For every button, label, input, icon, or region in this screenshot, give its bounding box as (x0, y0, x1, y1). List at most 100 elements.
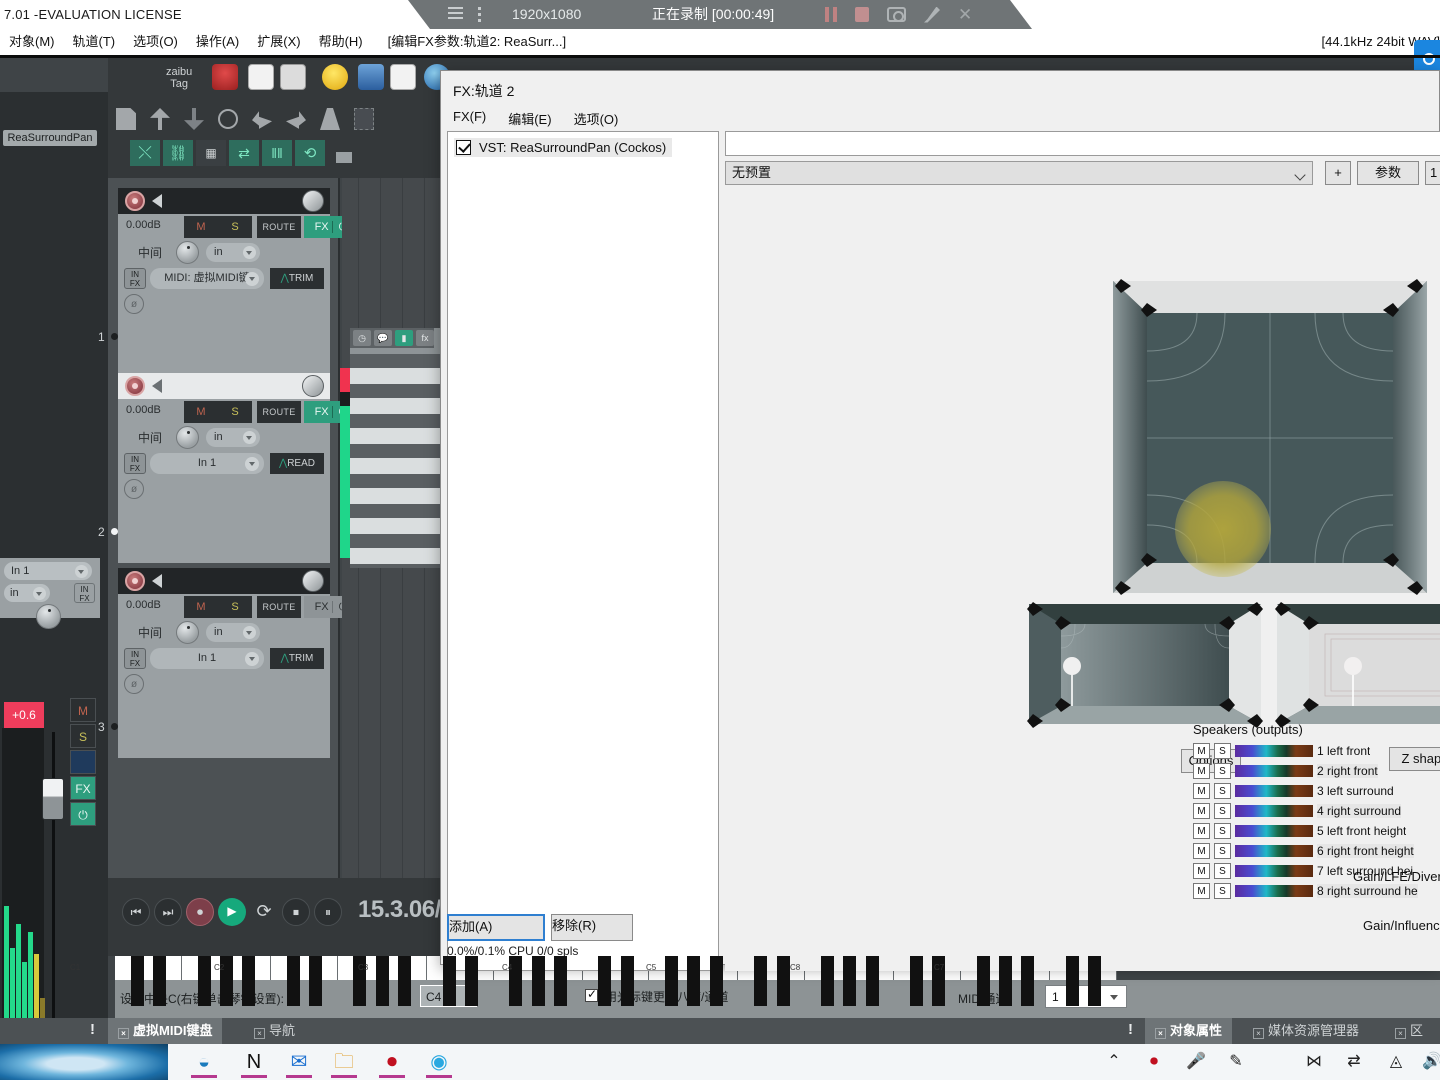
piano-black-key[interactable] (286, 956, 300, 1006)
speaker-solo-button[interactable]: S (1214, 743, 1231, 759)
mute-button[interactable]: M (184, 596, 218, 618)
speaker-mute-button[interactable]: M (1193, 863, 1210, 879)
dock-tab-navigator[interactable]: × 导航 (244, 1018, 305, 1044)
go-to-end-button[interactable]: ⏭ (154, 898, 182, 926)
mixer-input-fx-button[interactable]: IN FX (74, 583, 95, 603)
speaker-mute-button[interactable]: M (1193, 883, 1210, 899)
fx-menu-options[interactable]: 选项(O) (574, 109, 619, 128)
toolbox-icon[interactable] (358, 64, 384, 90)
play-button[interactable]: ▶ (218, 898, 246, 926)
track-source-select[interactable]: MIDI: 虚拟MIDI键 (150, 268, 264, 289)
surround-room-side-view-a[interactable] (1025, 596, 1265, 731)
mute-button[interactable]: M (184, 401, 218, 423)
speaker-row[interactable]: M S 8 right surround he (1193, 881, 1440, 901)
wifi-icon[interactable]: ◬ (1382, 1048, 1410, 1076)
export-file-icon[interactable] (390, 64, 416, 90)
mixer-volume-fader[interactable] (42, 778, 64, 820)
track-source-select[interactable]: In 1 (150, 648, 264, 669)
edge-icon[interactable]: ◒ (190, 1048, 218, 1076)
piano-black-key[interactable] (754, 956, 768, 1006)
piano-black-key[interactable] (130, 956, 144, 1006)
grid-lines-toggle[interactable]: ‖‖ (262, 140, 292, 166)
stop-icon[interactable] (855, 7, 869, 22)
speaker-icon[interactable] (152, 379, 162, 393)
copy-delete-icon[interactable] (280, 64, 306, 90)
input-fx-button[interactable]: IN FX (124, 453, 146, 474)
speaker-row[interactable]: M S 2 right front (1193, 761, 1440, 781)
speaker-mute-button[interactable]: M (1193, 743, 1210, 759)
dock-tab-item-properties[interactable]: × 对象属性 (1145, 1018, 1233, 1044)
piano-black-key[interactable] (910, 956, 924, 1006)
start-orb-icon[interactable] (0, 1044, 168, 1080)
fx-menu-fx[interactable]: FX(F) (453, 109, 486, 128)
phase-invert-button[interactable]: ø (124, 674, 144, 694)
piano-black-key[interactable] (843, 956, 857, 1006)
lock-icon[interactable] (336, 152, 352, 163)
param-button[interactable]: 参数 (1357, 161, 1419, 185)
dock-tab-regions[interactable]: ×区间 (1385, 1018, 1440, 1064)
track-in-select[interactable]: in (206, 243, 260, 262)
param-number-button[interactable]: 1 (1425, 161, 1440, 185)
repeat-button[interactable]: ⟳ (250, 898, 278, 926)
pen-icon[interactable] (924, 6, 940, 23)
item-fx-icon[interactable]: fx (416, 330, 434, 346)
fx-menu-edit[interactable]: 编辑(E) (508, 109, 551, 128)
piano-black-key[interactable] (976, 956, 990, 1006)
speaker-solo-button[interactable]: S (1214, 803, 1231, 819)
piano-black-key[interactable] (821, 956, 835, 1006)
input-fx-button[interactable]: IN FX (124, 268, 146, 289)
record-arm-icon[interactable] (125, 376, 145, 396)
chevron-up-icon[interactable]: ⌃ (1100, 1048, 1128, 1076)
mixer-pan-knob[interactable] (36, 604, 61, 629)
info-icon[interactable] (218, 109, 238, 129)
midi-channel-select[interactable]: 1 (1045, 985, 1127, 1008)
fx-chain-tab[interactable]: ReaSurroundPan (3, 130, 97, 146)
speaker-icon[interactable] (152, 574, 162, 588)
piano-black-key[interactable] (1065, 956, 1079, 1006)
pan-knob[interactable] (302, 570, 324, 592)
piano-black-key[interactable] (308, 956, 322, 1006)
grid-toggle[interactable]: ▦ (196, 140, 226, 166)
volume-icon[interactable]: 🔊 (1418, 1048, 1440, 1076)
loop-toggle[interactable]: ⟲ (295, 140, 325, 166)
record-arm-icon[interactable] (125, 571, 145, 591)
menu-item-track[interactable]: 轨道(T) (64, 29, 125, 55)
speaker-row[interactable]: M S 3 left surround (1193, 781, 1440, 801)
piano-black-key[interactable] (1088, 956, 1102, 1006)
piano-black-key[interactable] (665, 956, 679, 1006)
speaker-icon[interactable] (152, 194, 162, 208)
speaker-mute-button[interactable]: M (1193, 823, 1210, 839)
preset-name-input[interactable] (725, 131, 1440, 156)
add-fx-button[interactable]: 添加(A) (447, 914, 545, 941)
snap-toggle[interactable]: ⇄ (229, 140, 259, 166)
pause-icon[interactable] (825, 7, 837, 22)
selection-icon[interactable] (354, 108, 374, 130)
speaker-mute-button[interactable]: M (1193, 803, 1210, 819)
new-file-icon[interactable] (248, 64, 274, 90)
metronome-icon[interactable] (320, 108, 340, 130)
pause-button[interactable]: ⏸ (314, 898, 342, 926)
piano-black-key[interactable] (598, 956, 612, 1006)
envelope-button[interactable]: ⋀TRIM (270, 268, 324, 289)
piano-black-key[interactable] (620, 956, 634, 1006)
mixer-routing-select[interactable]: In 1 (4, 562, 92, 580)
solo-button[interactable]: S (218, 401, 252, 423)
mail-icon[interactable]: ✉ (285, 1048, 313, 1076)
record-arm-icon[interactable] (125, 191, 145, 211)
envelope-button[interactable]: ⋀TRIM (270, 648, 324, 669)
route-button[interactable]: ROUTE (257, 216, 301, 238)
track-row[interactable]: 0.00dB M S ROUTE FX ⏻ 中间 in INFX MIDI: 虚… (118, 188, 358, 373)
checkbox-enabled[interactable] (456, 140, 471, 155)
go-to-start-button[interactable]: ⏮ (122, 898, 150, 926)
preset-add-button[interactable]: + (1325, 161, 1351, 185)
track-source-select[interactable]: In 1 (150, 453, 264, 474)
redo-icon[interactable] (286, 111, 306, 129)
pan-knob[interactable] (302, 375, 324, 397)
piano-black-key[interactable] (865, 956, 879, 1006)
mixer-solo-button[interactable]: S (70, 724, 96, 748)
menu-item-help[interactable]: 帮助(H) (310, 29, 372, 55)
mixer-icon[interactable]: ⇄ (1340, 1048, 1368, 1076)
speaker-mute-button[interactable]: M (1193, 763, 1210, 779)
piano-black-key[interactable] (776, 956, 790, 1006)
piano-black-key[interactable] (531, 956, 545, 1006)
